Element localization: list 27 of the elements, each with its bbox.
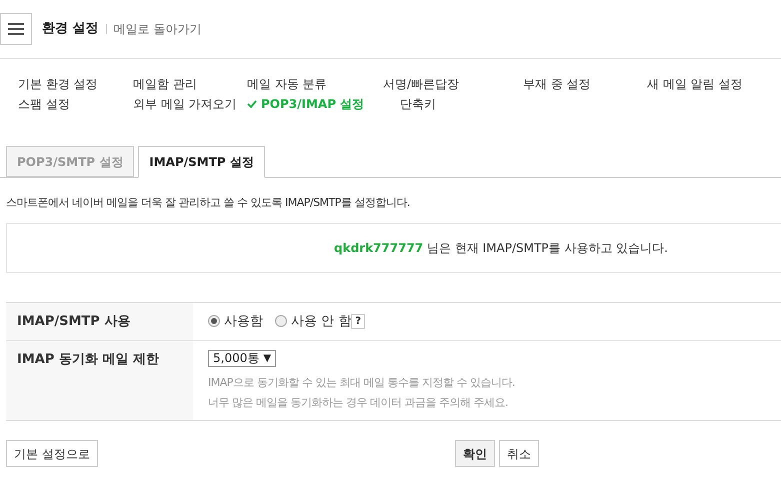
cancel-button[interactable]: 취소: [499, 440, 539, 467]
settings-nav-link[interactable]: 스팸 설정: [18, 96, 70, 112]
help-text: 너무 많은 메일을 동기화하는 경우 데이터 과금을 주의해 주세요.: [208, 394, 509, 410]
settings-nav-link[interactable]: 기본 환경 설정: [18, 76, 98, 92]
help-button[interactable]: ?: [351, 314, 366, 329]
settings-nav-link[interactable]: 단축키: [400, 96, 436, 112]
settings-nav-link[interactable]: 메일 자동 분류: [247, 76, 327, 92]
setting-label: IMAP 동기화 메일 제한: [6, 341, 193, 420]
tab[interactable]: IMAP/SMTP 설정: [138, 146, 265, 178]
radio-option[interactable]: 사용함: [208, 312, 263, 331]
check-icon: [247, 100, 257, 108]
setting-label: IMAP/SMTP 사용: [6, 302, 193, 340]
select-field[interactable]: 5,000통 ▼: [208, 350, 276, 367]
menu-button[interactable]: [0, 13, 32, 45]
page-title: 환경 설정: [42, 20, 99, 38]
description-text: 스마트폰에서 네이버 메일을 더욱 잘 관리하고 쓸 수 있도록 IMAP/SMTP를 설정합니다.: [6, 195, 411, 211]
settings-nav-link[interactable]: 서명/빠른답장: [383, 76, 460, 92]
settings-nav-link[interactable]: 부재 중 설정: [523, 76, 591, 92]
reset-button[interactable]: 기본 설정으로: [6, 440, 98, 467]
settings-nav-link[interactable]: 새 메일 알림 설정: [647, 76, 742, 92]
settings-nav-link[interactable]: 메일함 관리: [133, 76, 197, 92]
radio-option[interactable]: 사용 안 함: [275, 312, 352, 331]
confirm-button[interactable]: 확인: [455, 440, 495, 467]
back-link[interactable]: 메일로 돌아가기: [114, 20, 202, 38]
status-text: qkdrk777777 님은 현재 IMAP/SMTP를 사용하고 있습니다.: [334, 240, 668, 256]
help-text: IMAP으로 동기화할 수 있는 최대 메일 통수를 지정할 수 있습니다.: [208, 375, 516, 391]
settings-nav-link[interactable]: 외부 메일 가져오기: [133, 96, 237, 112]
